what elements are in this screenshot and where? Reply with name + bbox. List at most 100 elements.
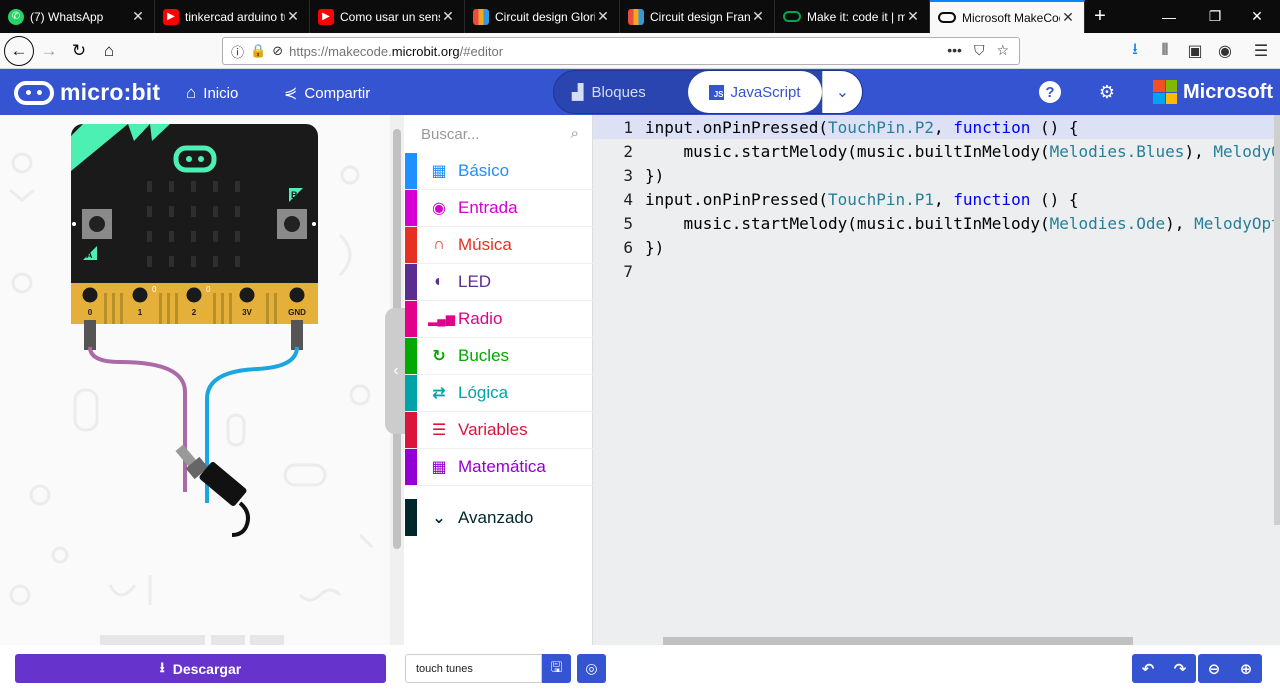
collapse-simulator-button[interactable]: ‹ (385, 308, 407, 434)
forward-button[interactable]: → (34, 36, 64, 66)
zoom-in-icon[interactable]: ⊕ (1230, 654, 1262, 683)
bottom-bar: ⭳ Descargar touch tunes 🖫 ◎ ↶ ↷ ⊖ ⊕ (0, 645, 1280, 691)
undo-redo-group: ↶ ↷ (1132, 654, 1196, 683)
browser-tab[interactable]: Circuit design Glorio ✕ (465, 0, 620, 33)
category-led[interactable]: ◐ LED (405, 264, 593, 301)
close-tab-icon[interactable]: ✕ (1060, 9, 1076, 26)
menu-icon[interactable]: ☰ (1246, 36, 1276, 66)
language-dropdown-button[interactable]: ⌄ (822, 71, 862, 113)
youtube-icon: ▶ (318, 8, 334, 25)
blocks-toggle[interactable]: ▟ Bloques (572, 83, 646, 102)
search-icon[interactable]: ⌕ (571, 125, 579, 142)
gear-icon[interactable]: ⚙ (1096, 81, 1118, 103)
download-button[interactable]: ⭳ Descargar (15, 654, 386, 683)
category-logica[interactable]: ⇄ Lógica (405, 375, 593, 412)
code-line[interactable]: 3}) (593, 163, 1280, 187)
pin-label: 2 (192, 308, 197, 317)
browser-tab[interactable]: Make it: code it | mi ✕ (775, 0, 930, 33)
library-icon[interactable]: ⫴ (1150, 36, 1180, 66)
category-radio[interactable]: ▂▄▆ Radio (405, 301, 593, 338)
back-button[interactable]: ← (4, 35, 34, 66)
account-icon[interactable]: ◉ (1210, 36, 1240, 66)
javascript-toggle[interactable]: JS JavaScript (688, 71, 822, 113)
downloads-icon[interactable]: ⭳ (1120, 36, 1150, 66)
sidebar-icon[interactable]: ▣ (1180, 36, 1210, 66)
category-bucles[interactable]: ↻ Bucles (405, 338, 593, 375)
close-tab-icon[interactable]: ✕ (595, 8, 611, 25)
pin-label: 0 (88, 308, 93, 317)
browser-tab[interactable]: ▶ tinkercad arduino tu ✕ (155, 0, 310, 33)
zoom-out-icon[interactable]: ⊖ (1198, 654, 1230, 683)
close-tab-icon[interactable]: ✕ (440, 8, 456, 25)
chevron-down-icon: ⌄ (432, 509, 446, 527)
code-line[interactable]: 4 input.onPinPressed(TouchPin.P1, functio… (593, 187, 1280, 211)
close-tab-icon[interactable]: ✕ (905, 8, 921, 25)
browser-tab[interactable]: ▶Como usar un sensor✕ (310, 0, 465, 33)
project-name-input[interactable]: touch tunes (405, 654, 542, 683)
browser-tab-strip: ✆ (7) WhatsApp ✕ ▶ tinkercad arduino tu ✕ ▶ C… (0, 0, 1280, 33)
signal-icon: ▂▄▆ (428, 312, 455, 326)
youtube-icon: ▶ (163, 8, 179, 25)
toolbox-search-input[interactable]: Buscar... ⌕ (405, 115, 593, 153)
url-suffix: /#editor (459, 43, 504, 59)
browser-tab-active[interactable]: Microsoft MakeCode✕ (930, 0, 1085, 33)
browser-navbar: ← → ↻ ⌂ ⓘ 🔒 ⊘ https://makecode. microbit.… (0, 33, 1280, 69)
browser-tab[interactable]: ✆ (7) WhatsApp ✕ (0, 0, 155, 33)
share-menu-button[interactable]: ⋞ Compartir (284, 83, 370, 103)
permissions-icon[interactable]: ⊘ (272, 43, 283, 59)
category-matematica[interactable]: ▦ Matemática (405, 449, 593, 486)
undo-icon[interactable]: ↶ (1132, 654, 1164, 683)
home-button[interactable]: ⌂ (94, 36, 124, 66)
button-b-label: B (291, 190, 298, 200)
url-bar[interactable]: ⓘ 🔒 ⊘ https://makecode. microbit.org/#edi… (222, 37, 1020, 65)
microbit-logo-icon (14, 80, 54, 105)
help-icon[interactable]: ? (1039, 81, 1061, 103)
close-tab-icon[interactable]: ✕ (285, 8, 301, 25)
minimize-button[interactable]: — (1146, 0, 1192, 33)
category-musica[interactable]: ∩ Música (405, 227, 593, 264)
category-variables[interactable]: ☰ Variables (405, 412, 593, 449)
home-icon: ⌂ (186, 83, 197, 102)
code-line[interactable]: 5 music.startMelody(music.builtInMelody(… (593, 211, 1280, 235)
bookmark-star-icon[interactable]: ☆ (996, 42, 1009, 59)
makecode-header: micro:bit ⌂ Inicio ⋞ Compartir ▟ Bloques JS… (0, 69, 1280, 115)
pocket-icon[interactable]: ⛉ (974, 42, 985, 59)
close-tab-icon[interactable]: ✕ (130, 8, 146, 25)
code-editor[interactable]: 1 input.onPinPressed(TouchPin.P2, functio… (593, 115, 1280, 645)
category-entrada[interactable]: ◉ Entrada (405, 190, 593, 227)
info-icon[interactable]: ⓘ (231, 42, 244, 61)
close-tab-icon[interactable]: ✕ (750, 8, 766, 25)
microbit-logo[interactable]: micro:bit (14, 79, 160, 106)
category-avanzado[interactable]: ⌄ Avanzado (405, 499, 593, 536)
microbit-icon (938, 12, 956, 23)
github-button[interactable]: ◎ (577, 654, 606, 683)
code-line[interactable]: 1 input.onPinPressed(TouchPin.P2, functio… (593, 115, 1280, 139)
new-tab-button[interactable]: + (1085, 0, 1115, 33)
browser-tab[interactable]: Circuit design Frantic✕ (620, 0, 775, 33)
tinkercad-icon (473, 8, 489, 25)
home-menu-button[interactable]: ⌂ Inicio (186, 83, 238, 103)
save-button[interactable]: 🖫 (542, 654, 571, 683)
refresh-icon: ↻ (432, 348, 446, 365)
category-basico[interactable]: ▦ Básico (405, 153, 593, 190)
microsoft-logo-icon (1153, 80, 1177, 104)
download-icon: ⭳ (159, 658, 165, 675)
page-actions-icon[interactable]: ••• (947, 42, 962, 59)
tinkercad-icon (628, 8, 644, 25)
headphones-icon: ∩ (433, 236, 445, 253)
button-a-label: A (86, 250, 93, 260)
code-line[interactable]: 6}) (593, 235, 1280, 259)
microbit-icon (783, 11, 801, 22)
microsoft-logo[interactable]: Microsoft (1153, 80, 1273, 104)
editor-vertical-scrollbar[interactable] (1274, 115, 1280, 525)
close-window-button[interactable]: ✕ (1234, 0, 1280, 33)
code-line[interactable]: 7 (593, 259, 1280, 283)
editor-horizontal-scrollbar[interactable] (663, 637, 1133, 645)
url-prefix: https://makecode. (289, 43, 392, 59)
reload-button[interactable]: ↻ (64, 36, 94, 66)
redo-icon[interactable]: ↷ (1164, 654, 1196, 683)
code-line[interactable]: 2 music.startMelody(music.builtInMelody(… (593, 139, 1280, 163)
restore-button[interactable]: ❐ (1192, 0, 1238, 33)
lock-icon[interactable]: 🔒 (250, 43, 266, 59)
puzzle-icon: ▟ (572, 84, 584, 101)
